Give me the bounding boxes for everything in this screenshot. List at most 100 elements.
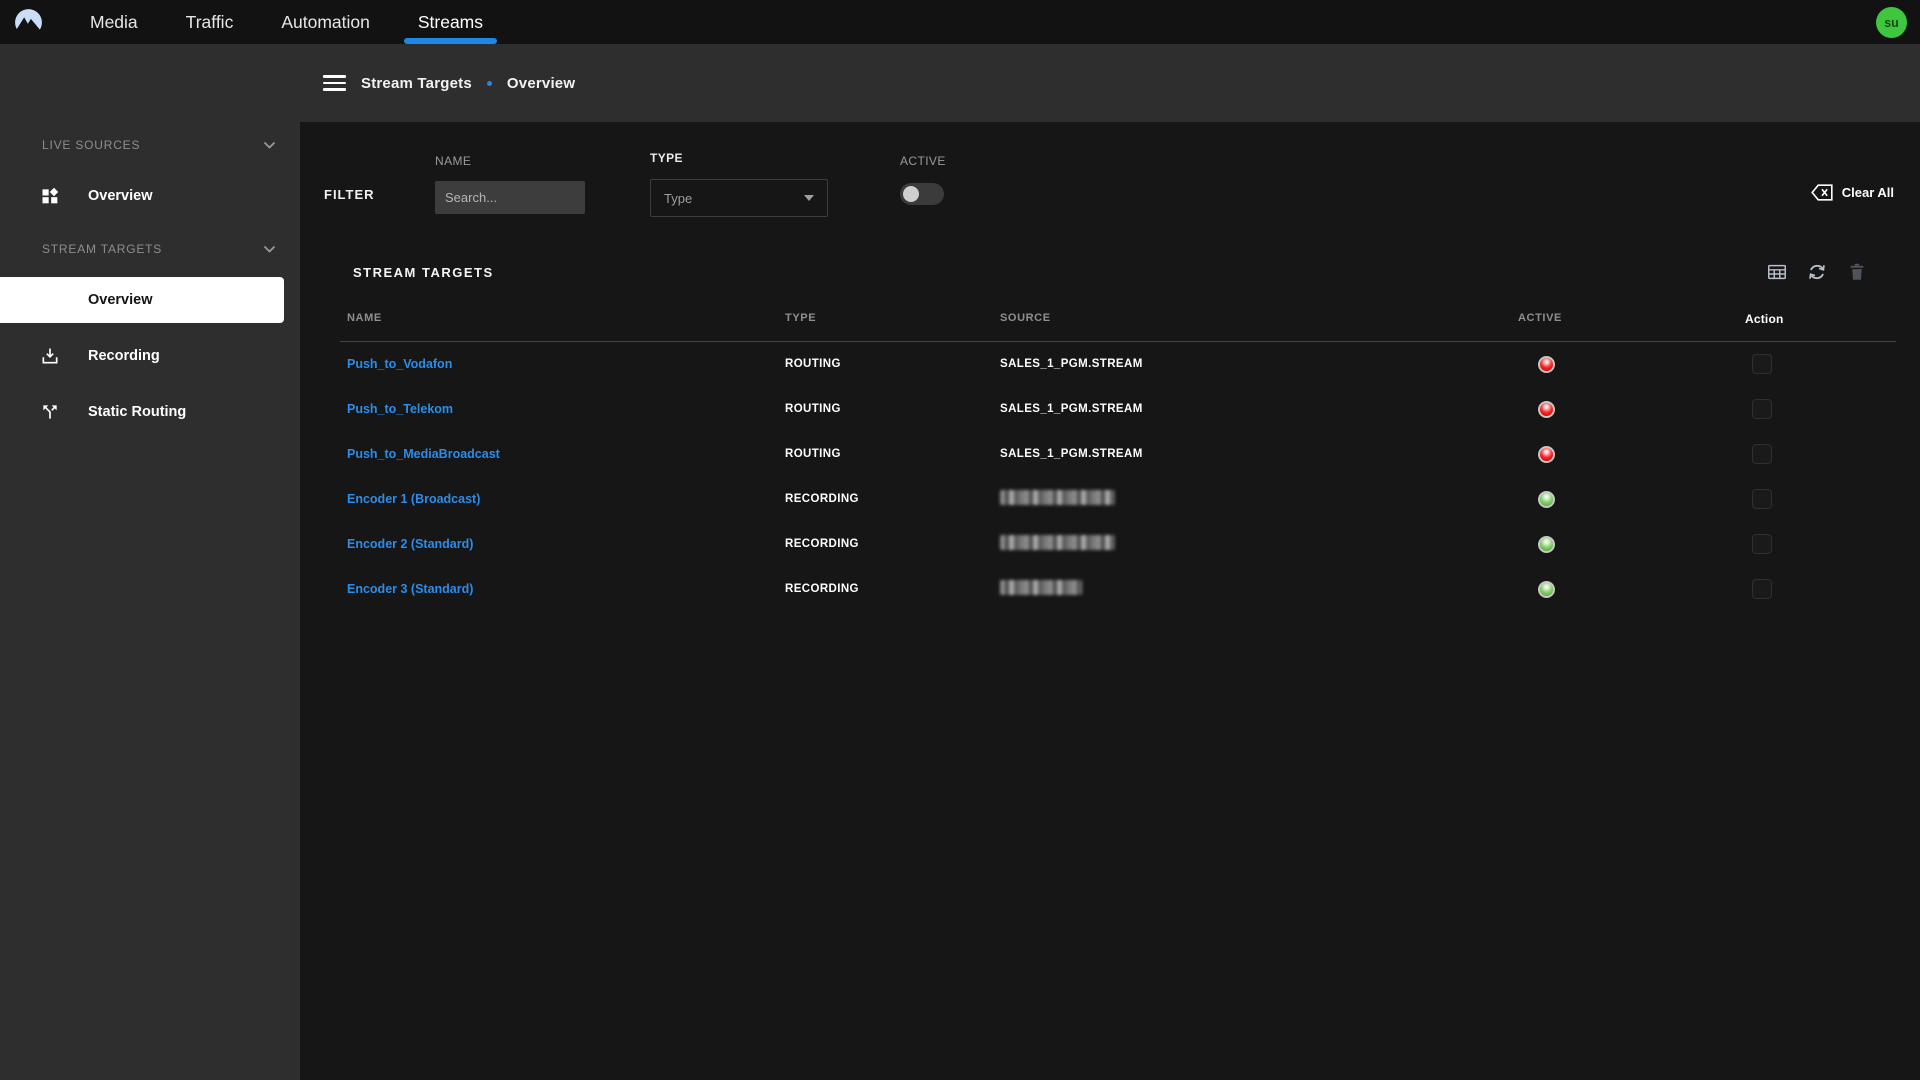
row-type: RECORDING (785, 522, 859, 567)
breadcrumb: Stream Targets Overview (323, 69, 575, 97)
chevron-down-icon (804, 195, 814, 201)
breadcrumb-page: Overview (507, 75, 575, 92)
sidebar: LIVE SOURCES Overview STREAM TARGETS Ove… (0, 122, 300, 1080)
row-name-link[interactable]: Push_to_Telekom (347, 387, 453, 432)
nav-tab-label: Streams (418, 12, 483, 33)
table-title: STREAM TARGETS (353, 265, 494, 280)
section-label: LIVE SOURCES (42, 138, 140, 152)
sidebar-item-targets-overview[interactable]: Overview (0, 277, 284, 323)
nav-tab-media[interactable]: Media (66, 0, 162, 44)
row-checkbox[interactable] (1752, 489, 1772, 509)
row-name-link[interactable]: Push_to_Vodafon (347, 342, 452, 387)
sidebar-item-static-routing[interactable]: Static Routing (0, 390, 284, 434)
nav-tabs: Media Traffic Automation Streams (66, 0, 507, 44)
row-name-link[interactable]: Encoder 3 (Standard) (347, 567, 473, 612)
row-name-link[interactable]: Push_to_MediaBroadcast (347, 432, 500, 477)
column-header-type: TYPE (785, 312, 816, 324)
clear-all-button[interactable]: Clear All (1811, 184, 1894, 201)
breadcrumb-section: Stream Targets (361, 75, 472, 92)
chevron-down-icon (263, 141, 276, 149)
nav-tab-label: Media (90, 12, 138, 33)
table-row: Push_to_MediaBroadcast ROUTING SALES_1_P… (300, 432, 1920, 477)
active-led-indicator (1538, 356, 1555, 373)
toggle-knob (903, 186, 919, 202)
nav-tab-streams[interactable]: Streams (394, 0, 507, 44)
sidebar-item-label: Static Routing (88, 404, 186, 420)
column-header-active: ACTIVE (1518, 312, 1562, 324)
sidebar-item-label: Overview (88, 292, 153, 308)
column-header-source: SOURCE (1000, 312, 1051, 324)
sidebar-item-label: Recording (88, 348, 160, 364)
row-type: RECORDING (785, 477, 859, 522)
redacted-source-block (1000, 535, 1115, 550)
column-header-name: NAME (347, 312, 382, 324)
nav-tab-traffic[interactable]: Traffic (162, 0, 258, 44)
column-settings-icon[interactable] (1766, 261, 1788, 283)
app-logo-icon[interactable] (13, 7, 44, 38)
row-name-link[interactable]: Encoder 2 (Standard) (347, 522, 473, 567)
active-led-indicator (1538, 446, 1555, 463)
row-source: SALES_1_PGM.STREAM (1000, 342, 1143, 387)
refresh-icon[interactable] (1806, 261, 1828, 283)
sidebar-item-recording[interactable]: Recording (0, 334, 284, 378)
active-toggle[interactable] (900, 183, 944, 205)
sidebar-section-stream-targets[interactable]: STREAM TARGETS (42, 242, 276, 256)
nav-tab-label: Automation (281, 12, 370, 33)
filter-name-field: NAME (435, 154, 585, 214)
row-type: ROUTING (785, 387, 841, 432)
clear-all-label: Clear All (1842, 185, 1894, 200)
sidebar-item-label: Overview (88, 188, 153, 204)
nav-tab-label: Traffic (186, 12, 234, 33)
breadcrumb-separator-dot (487, 81, 492, 86)
redacted-source-block (1000, 580, 1082, 595)
dashboard-icon (40, 186, 60, 206)
row-name-link[interactable]: Encoder 1 (Broadcast) (347, 477, 480, 522)
user-avatar[interactable]: su (1876, 7, 1907, 38)
type-dropdown-value: Type (664, 191, 692, 206)
redacted-source-block (1000, 490, 1115, 505)
row-type: ROUTING (785, 432, 841, 477)
active-led-indicator (1538, 491, 1555, 508)
active-led-indicator (1538, 536, 1555, 553)
sidebar-item-live-overview[interactable]: Overview (0, 174, 284, 218)
row-checkbox[interactable] (1752, 579, 1772, 599)
row-type: RECORDING (785, 567, 859, 612)
column-header-action: Action (1745, 312, 1784, 326)
menu-toggle-icon[interactable] (323, 75, 346, 91)
row-source: SALES_1_PGM.STREAM (1000, 387, 1143, 432)
filter-type-field: TYPE Type (650, 151, 828, 217)
table-row: Encoder 3 (Standard) RECORDING (300, 567, 1920, 612)
delete-icon[interactable] (1846, 261, 1868, 283)
type-dropdown[interactable]: Type (650, 179, 828, 217)
split-icon (40, 402, 60, 422)
table-row: Push_to_Vodafon ROUTING SALES_1_PGM.STRE… (300, 342, 1920, 387)
table-toolbar (1766, 261, 1868, 283)
search-input[interactable] (435, 181, 585, 214)
table-row: Push_to_Telekom ROUTING SALES_1_PGM.STRE… (300, 387, 1920, 432)
row-source (1000, 477, 1115, 522)
active-field-label: ACTIVE (900, 154, 946, 168)
top-nav-bar: Media Traffic Automation Streams su (0, 0, 1920, 44)
download-icon (40, 346, 60, 366)
filter-title: FILTER (324, 187, 375, 202)
row-checkbox[interactable] (1752, 399, 1772, 419)
name-field-label: NAME (435, 154, 585, 168)
table-rows: Push_to_Vodafon ROUTING SALES_1_PGM.STRE… (300, 342, 1920, 612)
table-row: Encoder 1 (Broadcast) RECORDING (300, 477, 1920, 522)
row-checkbox[interactable] (1752, 444, 1772, 464)
main-content: FILTER NAME TYPE Type ACTIVE Clear All (300, 122, 1920, 1080)
row-type: ROUTING (785, 342, 841, 387)
app-shell: Stream Targets Overview LIVE SOURCES Ove… (0, 44, 1920, 1080)
row-checkbox[interactable] (1752, 534, 1772, 554)
active-led-indicator (1538, 401, 1555, 418)
row-source (1000, 522, 1115, 567)
nav-tab-automation[interactable]: Automation (257, 0, 394, 44)
row-source (1000, 567, 1082, 612)
sidebar-section-live-sources[interactable]: LIVE SOURCES (42, 138, 276, 152)
active-tab-underline (404, 38, 497, 44)
type-field-label: TYPE (650, 151, 828, 165)
chevron-down-icon (263, 245, 276, 253)
row-checkbox[interactable] (1752, 354, 1772, 374)
row-source: SALES_1_PGM.STREAM (1000, 432, 1143, 477)
section-label: STREAM TARGETS (42, 242, 162, 256)
